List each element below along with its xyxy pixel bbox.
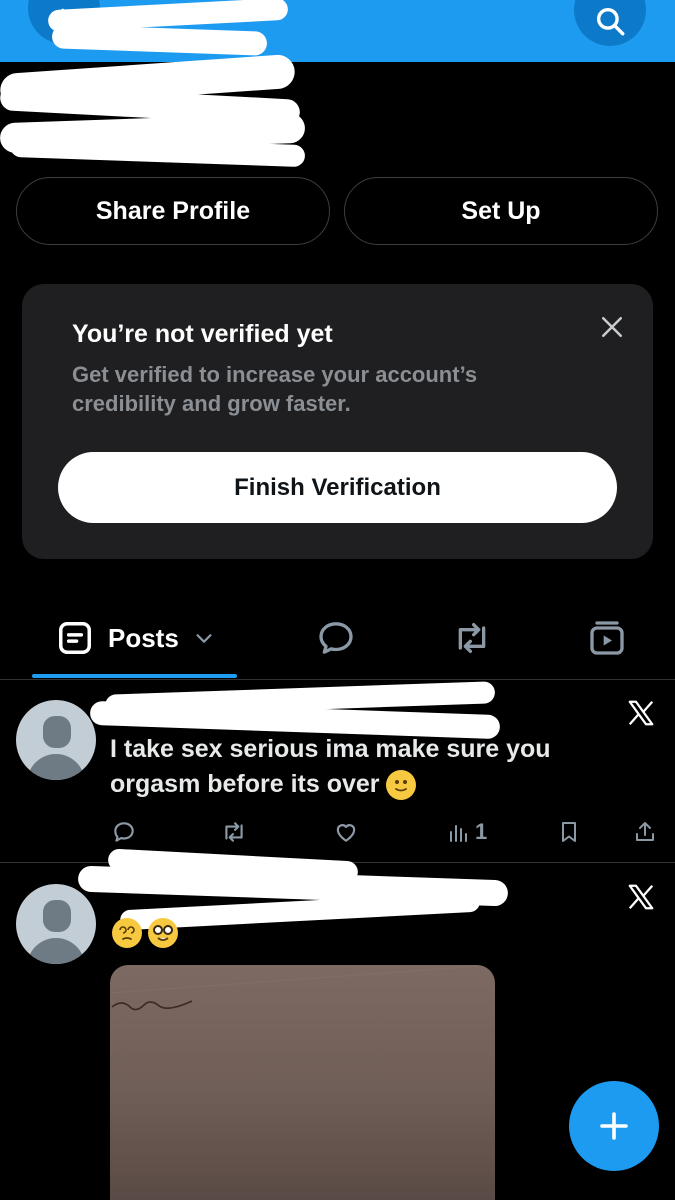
active-tab-indicator	[32, 674, 237, 678]
setup-button[interactable]: Set Up	[344, 177, 658, 245]
bookmark-icon	[562, 822, 576, 842]
views-count: 1	[475, 819, 488, 844]
verification-card: You’re not verified yet Get verified to …	[22, 284, 653, 559]
share-icon	[636, 822, 654, 841]
share-button[interactable]	[633, 819, 657, 845]
verification-description: Get verified to increase your account’s …	[72, 362, 478, 416]
post-item[interactable]: I take sex serious ima make sure you org…	[0, 680, 675, 862]
slightly-smiling-emoji-icon	[386, 770, 417, 801]
search-icon	[596, 7, 625, 36]
analytics-icon	[450, 825, 467, 842]
reply-button[interactable]	[111, 819, 137, 845]
x-logo-icon	[628, 884, 654, 910]
dizzy-face-emoji-icon	[112, 918, 142, 948]
close-icon[interactable]	[597, 312, 627, 342]
repost-button[interactable]	[220, 819, 248, 845]
avatar[interactable]	[16, 884, 96, 964]
views-button[interactable]: 1	[447, 819, 487, 845]
tab-posts[interactable]: Posts	[56, 618, 215, 658]
tab-media-icon[interactable]	[587, 618, 627, 658]
media-photo	[110, 965, 495, 1011]
bookmark-button[interactable]	[557, 819, 581, 845]
tab-replies-icon[interactable]	[316, 618, 356, 658]
tab-posts-label: Posts	[108, 622, 179, 653]
chevron-down-icon[interactable]	[193, 627, 215, 649]
post-emojis	[112, 918, 178, 948]
post-body: I take sex serious ima make sure you org…	[110, 735, 551, 798]
compose-button[interactable]	[569, 1081, 659, 1171]
heart-icon	[336, 824, 356, 842]
profile-tabs: Posts	[0, 600, 675, 680]
tab-reposts-icon[interactable]	[450, 618, 494, 658]
repost-icon	[225, 822, 243, 842]
plus-icon	[600, 1112, 628, 1140]
post-media-image[interactable]	[110, 965, 495, 1200]
reply-icon	[114, 822, 134, 842]
post-text: I take sex serious ima make sure you org…	[110, 732, 610, 802]
nerd-face-emoji-icon	[148, 918, 178, 948]
posts-icon	[59, 622, 91, 654]
finish-verification-button[interactable]: Finish Verification	[58, 452, 617, 523]
avatar[interactable]	[16, 700, 96, 780]
like-button[interactable]	[333, 819, 359, 845]
share-profile-button[interactable]: Share Profile	[16, 177, 330, 245]
x-logo-icon	[628, 700, 654, 726]
verification-title: You’re not verified yet	[72, 320, 333, 348]
